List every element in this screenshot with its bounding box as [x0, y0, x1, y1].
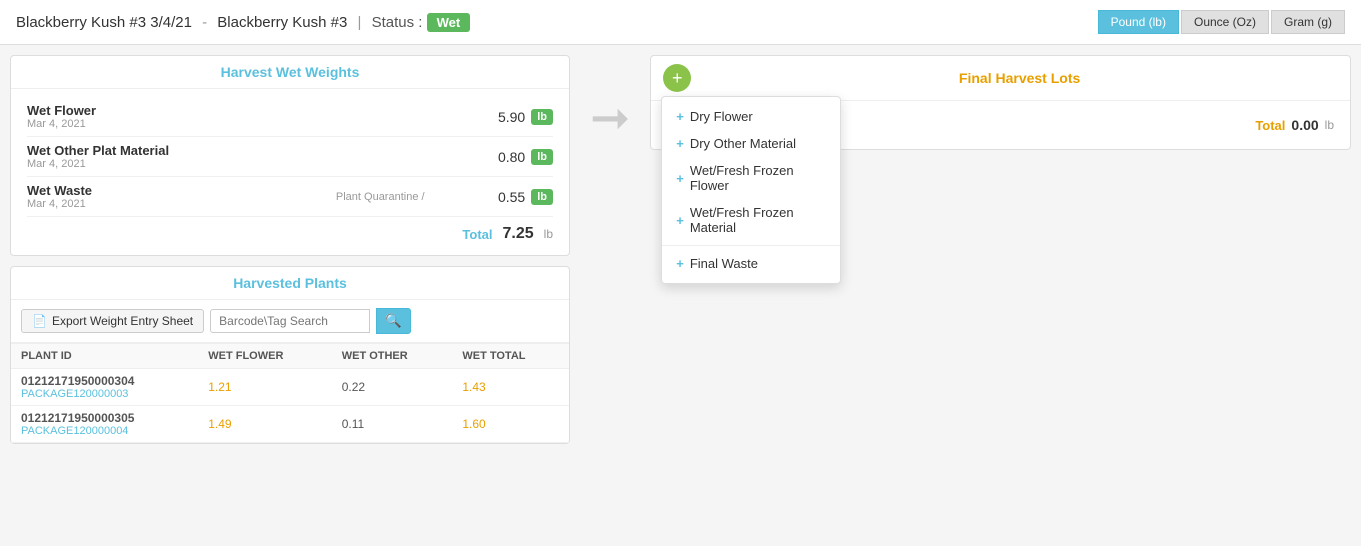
weight-info-wet-other: Wet Other Plat Material Mar 4, 2021 [27, 143, 262, 170]
left-panel: Harvest Wet Weights Wet Flower Mar 4, 20… [10, 55, 570, 444]
harvest-total-value: 7.25 [503, 225, 534, 243]
status-separator: | [358, 14, 362, 31]
dropdown-divider [662, 245, 840, 246]
final-total-unit: lb [1325, 118, 1334, 132]
add-lot-dropdown: + Dry Flower + Dry Other Material + Wet/… [661, 96, 841, 284]
weight-name-wet-waste: Wet Waste [27, 183, 262, 198]
dropdown-final-waste[interactable]: + Final Waste [662, 250, 840, 277]
weight-info-wet-waste: Wet Waste Mar 4, 2021 [27, 183, 262, 210]
weight-value-wet-flower: 5.90 [498, 109, 525, 125]
right-panel: + + Dry Flower + Dry Other Material [650, 55, 1351, 150]
cell-wet-total: 1.43 [452, 369, 569, 406]
weight-row-wet-flower: Wet Flower Mar 4, 2021 5.90 lb [27, 97, 553, 137]
cell-plant-id: 01212171950000305 PACKAGE120000004 [11, 406, 198, 443]
dropdown-wet-frozen-material[interactable]: + Wet/Fresh Frozen Material [662, 199, 840, 241]
strain-name: Blackberry Kush #3 [217, 14, 347, 31]
table-header-row: Plant ID Wet Flower Wet Other Wet Total [11, 344, 569, 369]
search-button[interactable]: 🔍 [376, 308, 411, 334]
harvested-plants-title: Harvested Plants [11, 267, 569, 300]
weight-unit-wet-flower: lb [531, 109, 553, 125]
dry-other-label: Dry Other Material [690, 136, 796, 151]
dropdown-dry-other[interactable]: + Dry Other Material [662, 130, 840, 157]
final-harvest-lots-card: + + Dry Flower + Dry Other Material [650, 55, 1351, 150]
wet-frozen-material-label: Wet/Fresh Frozen Material [690, 205, 826, 235]
cell-wet-total: 1.60 [452, 406, 569, 443]
header: Blackberry Kush #3 3/4/21 - Blackberry K… [0, 0, 1361, 45]
table-row: 01212171950000305 PACKAGE120000004 1.49 … [11, 406, 569, 443]
search-icon: 🔍 [385, 313, 402, 328]
status-label: Status : [372, 14, 423, 31]
harvest-title: Blackberry Kush #3 3/4/21 [16, 14, 192, 31]
harvest-total-label: Total [462, 227, 492, 242]
weight-unit-wet-waste: lb [531, 189, 553, 205]
arrow-container: ➞ [580, 55, 640, 143]
unit-ounce-button[interactable]: Ounce (Oz) [1181, 10, 1269, 34]
final-total-value: 0.00 [1291, 117, 1318, 133]
final-harvest-lots-header: + + Dry Flower + Dry Other Material [651, 56, 1350, 101]
status-badge: Wet [427, 13, 471, 32]
add-lot-button[interactable]: + [663, 64, 691, 92]
main-layout: Harvest Wet Weights Wet Flower Mar 4, 20… [0, 45, 1361, 454]
wet-frozen-flower-label: Wet/Fresh Frozen Flower [690, 163, 826, 193]
weight-row-wet-other: Wet Other Plat Material Mar 4, 2021 0.80… [27, 137, 553, 177]
weight-unit-wet-other: lb [531, 149, 553, 165]
header-separator: - [202, 14, 207, 31]
harvest-total-unit: lb [544, 227, 553, 241]
final-harvest-lots-title: Final Harvest Lots [701, 70, 1338, 86]
wet-frozen-flower-plus-icon: + [676, 171, 684, 186]
weight-quarantine-wet-waste: Plant Quarantine / [262, 191, 497, 203]
weight-row-wet-waste: Wet Waste Mar 4, 2021 Plant Quarantine /… [27, 177, 553, 217]
add-button-wrapper: + + Dry Flower + Dry Other Material [663, 64, 691, 92]
weight-value-wet-waste: 0.55 [498, 189, 525, 205]
final-total-label: Total [1255, 118, 1285, 133]
unit-gram-button[interactable]: Gram (g) [1271, 10, 1345, 34]
export-icon: 📄 [32, 314, 47, 328]
col-wet-other: Wet Other [332, 344, 453, 369]
table-row: 01212171950000304 PACKAGE120000003 1.21 … [11, 369, 569, 406]
harvested-plants-card: Harvested Plants 📄 Export Weight Entry S… [10, 266, 570, 444]
harvest-wet-weights-title: Harvest Wet Weights [11, 56, 569, 89]
barcode-tag-search-input[interactable] [210, 309, 370, 333]
dropdown-dry-flower[interactable]: + Dry Flower [662, 103, 840, 130]
cell-wet-other: 0.11 [332, 406, 453, 443]
arrow-icon: ➞ [590, 95, 630, 143]
final-waste-plus-icon: + [676, 256, 684, 271]
weight-date-wet-flower: Mar 4, 2021 [27, 118, 262, 130]
plant-table: Plant ID Wet Flower Wet Other Wet Total … [11, 343, 569, 443]
harvest-wet-weights-body: Wet Flower Mar 4, 2021 5.90 lb Wet Other… [11, 89, 569, 255]
cell-plant-id: 01212171950000304 PACKAGE120000003 [11, 369, 198, 406]
weight-info-wet-flower: Wet Flower Mar 4, 2021 [27, 103, 262, 130]
cell-wet-other: 0.22 [332, 369, 453, 406]
dry-flower-label: Dry Flower [690, 109, 753, 124]
weight-value-wet-other: 0.80 [498, 149, 525, 165]
harvest-wet-weights-card: Harvest Wet Weights Wet Flower Mar 4, 20… [10, 55, 570, 256]
export-button-label: Export Weight Entry Sheet [52, 314, 193, 328]
unit-pound-button[interactable]: Pound (lb) [1098, 10, 1179, 34]
plus-icon: + [672, 68, 683, 89]
export-weight-entry-sheet-button[interactable]: 📄 Export Weight Entry Sheet [21, 309, 204, 333]
harvested-plants-toolbar: 📄 Export Weight Entry Sheet 🔍 [11, 300, 569, 343]
wet-frozen-material-plus-icon: + [676, 213, 684, 228]
dry-flower-plus-icon: + [676, 109, 684, 124]
dropdown-wet-frozen-flower[interactable]: + Wet/Fresh Frozen Flower [662, 157, 840, 199]
cell-wet-flower: 1.21 [198, 369, 331, 406]
weight-name-wet-flower: Wet Flower [27, 103, 262, 118]
weight-date-wet-waste: Mar 4, 2021 [27, 198, 262, 210]
weight-date-wet-other: Mar 4, 2021 [27, 158, 262, 170]
harvest-total-row: Total 7.25 lb [27, 217, 553, 247]
unit-buttons: Pound (lb) Ounce (Oz) Gram (g) [1098, 10, 1345, 34]
col-wet-flower: Wet Flower [198, 344, 331, 369]
header-title: Blackberry Kush #3 3/4/21 - Blackberry K… [16, 14, 470, 31]
weight-name-wet-other: Wet Other Plat Material [27, 143, 262, 158]
cell-wet-flower: 1.49 [198, 406, 331, 443]
col-plant-id: Plant ID [11, 344, 198, 369]
final-waste-label: Final Waste [690, 256, 758, 271]
col-wet-total: Wet Total [452, 344, 569, 369]
dry-other-plus-icon: + [676, 136, 684, 151]
